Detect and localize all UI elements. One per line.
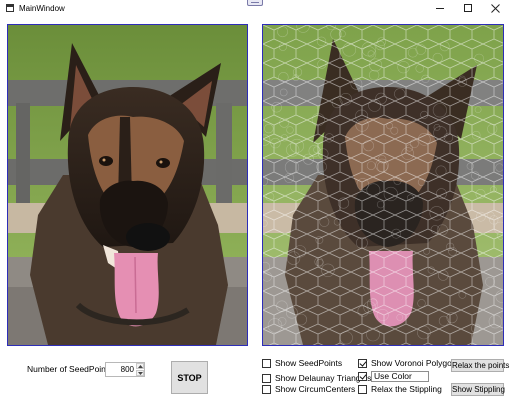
show-circumcenters-label: Show CircumCenters — [275, 384, 356, 394]
chevron-down-icon — [137, 371, 143, 375]
show-circumcenters-checkbox[interactable]: Show CircumCenters — [262, 384, 355, 394]
voronoi-image-panel — [262, 24, 504, 346]
checkbox-box[interactable] — [358, 384, 367, 394]
checkbox-box[interactable] — [358, 372, 367, 381]
show-voronoi-checkbox[interactable]: Show Voronoi Polygons — [358, 358, 461, 368]
use-color-checkbox[interactable]: Use Color — [358, 371, 429, 382]
close-icon — [490, 3, 500, 13]
seed-points-stepper[interactable] — [105, 362, 145, 377]
maximize-icon — [464, 4, 472, 12]
show-voronoi-label: Show Voronoi Polygons — [371, 358, 461, 368]
minimize-button[interactable] — [427, 0, 453, 16]
checkbox-box[interactable] — [262, 358, 271, 368]
dog-photo — [8, 25, 247, 345]
voronoi-mosaic — [263, 25, 503, 345]
window-icon — [6, 4, 14, 12]
decrement-button[interactable] — [136, 370, 144, 376]
maximize-button[interactable] — [455, 0, 481, 16]
close-button[interactable] — [482, 0, 508, 16]
seed-points-input[interactable] — [107, 364, 134, 375]
stop-button[interactable]: STOP — [171, 361, 208, 394]
original-image-panel — [7, 24, 248, 346]
relax-points-button[interactable]: Relax the points — [451, 359, 509, 372]
title-bar[interactable]: MainWindow — [0, 0, 511, 18]
relax-stippling-checkbox[interactable]: Relax the Stippling — [358, 384, 442, 394]
minimize-icon — [436, 7, 444, 9]
seed-points-label: Number of SeedPoints: — [27, 364, 115, 374]
show-stippling-button[interactable]: Show Stippling — [451, 383, 505, 396]
relax-stippling-label: Relax the Stippling — [371, 384, 442, 394]
increment-button[interactable] — [136, 363, 144, 369]
window-title: MainWindow — [19, 4, 65, 13]
checkbox-box[interactable] — [262, 373, 271, 383]
show-delaunay-label: Show Delaunay Triangles — [275, 373, 372, 383]
checkbox-box[interactable] — [358, 358, 367, 368]
drag-handle-icon[interactable] — [247, 0, 263, 6]
show-seedpoints-label: Show SeedPoints — [275, 358, 343, 368]
show-delaunay-checkbox[interactable]: Show Delaunay Triangles — [262, 373, 371, 383]
chevron-up-icon — [137, 364, 143, 368]
checkbox-box[interactable] — [262, 384, 271, 394]
use-color-label: Use Color — [371, 371, 429, 382]
show-seedpoints-checkbox[interactable]: Show SeedPoints — [262, 358, 342, 368]
